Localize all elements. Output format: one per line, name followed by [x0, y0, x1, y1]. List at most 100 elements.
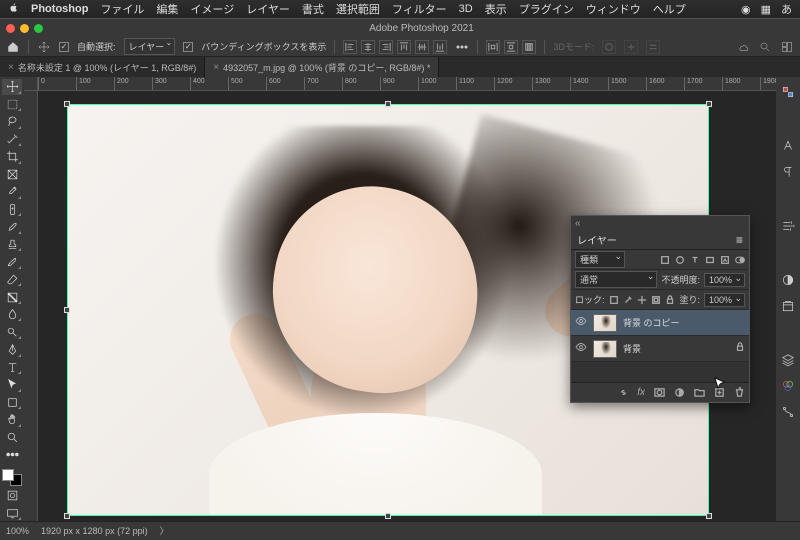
- paths-panel-icon[interactable]: [779, 403, 797, 421]
- frame-tool[interactable]: [2, 167, 22, 183]
- color-swatches[interactable]: [2, 469, 22, 486]
- close-window-button[interactable]: [6, 24, 15, 33]
- menu-image[interactable]: イメージ: [190, 1, 234, 17]
- horizontal-ruler[interactable]: 0100200300400500600700800900100011001200…: [38, 77, 776, 91]
- align-hcenter-icon[interactable]: [361, 40, 375, 54]
- visibility-toggle[interactable]: [575, 341, 587, 356]
- panel-header[interactable]: «: [571, 216, 749, 230]
- wand-tool[interactable]: [2, 132, 22, 148]
- visibility-toggle[interactable]: [575, 315, 587, 330]
- type-tool[interactable]: [2, 360, 22, 376]
- lock-position-icon[interactable]: [637, 295, 647, 305]
- dodge-tool[interactable]: [2, 324, 22, 340]
- move-tool[interactable]: [2, 79, 22, 95]
- edit-toolbar-icon[interactable]: [2, 447, 22, 463]
- layer-kind-filter[interactable]: 種類: [575, 251, 625, 268]
- auto-select-checkbox[interactable]: ✓: [59, 42, 69, 52]
- cloud-icon[interactable]: [736, 40, 750, 54]
- brush-tool[interactable]: [2, 219, 22, 235]
- align-vcenter-icon[interactable]: [415, 40, 429, 54]
- status-chevron-icon[interactable]: 〉: [160, 524, 169, 537]
- pen-tool[interactable]: [2, 342, 22, 358]
- lasso-tool[interactable]: [2, 114, 22, 130]
- path-select-tool[interactable]: [2, 377, 22, 393]
- adjustment-layer-icon[interactable]: [673, 387, 685, 399]
- libraries-panel-icon[interactable]: [779, 297, 797, 315]
- stamp-tool[interactable]: [2, 237, 22, 253]
- transform-handle[interactable]: [706, 513, 712, 519]
- search-icon[interactable]: [758, 40, 772, 54]
- align-left-icon[interactable]: [343, 40, 357, 54]
- menu-layer[interactable]: レイヤー: [246, 1, 290, 17]
- layer-row[interactable]: 背景: [571, 336, 749, 362]
- close-tab-icon[interactable]: ×: [213, 62, 219, 73]
- link-layers-icon[interactable]: [617, 387, 629, 399]
- transform-handle[interactable]: [385, 101, 391, 107]
- menu-help[interactable]: ヘルプ: [653, 1, 686, 17]
- layer-thumbnail[interactable]: [593, 340, 617, 358]
- channels-panel-icon[interactable]: [779, 377, 797, 395]
- dist-3-icon[interactable]: [522, 40, 536, 54]
- filter-toggle-icon[interactable]: [735, 255, 745, 265]
- lock-icon[interactable]: [735, 342, 745, 355]
- align-right-icon[interactable]: [379, 40, 393, 54]
- menu-filter[interactable]: フィルター: [392, 1, 447, 17]
- filter-smart-icon[interactable]: [720, 255, 730, 265]
- home-icon[interactable]: [6, 40, 20, 54]
- transform-handle[interactable]: [385, 513, 391, 519]
- layers-panel[interactable]: « レイヤー≡ 種類 通常 不透明度: 100% ロック:: [570, 215, 750, 403]
- shape-tool[interactable]: [2, 395, 22, 411]
- menu-window[interactable]: ウィンドウ: [586, 1, 641, 17]
- delete-layer-icon[interactable]: [733, 387, 745, 399]
- transform-handle[interactable]: [706, 101, 712, 107]
- fx-icon[interactable]: fx: [637, 387, 645, 398]
- color-panel-icon[interactable]: [779, 83, 797, 101]
- character-panel-icon[interactable]: [779, 137, 797, 155]
- transform-handle[interactable]: [64, 307, 70, 313]
- properties-panel-icon[interactable]: [779, 217, 797, 235]
- layer-thumbnail[interactable]: [593, 314, 617, 332]
- cc-icon[interactable]: ▦: [761, 3, 771, 16]
- bbox-checkbox[interactable]: ✓: [183, 42, 193, 52]
- menu-type[interactable]: 書式: [302, 1, 324, 17]
- rec-icon[interactable]: ◉: [741, 3, 751, 16]
- foreground-swatch[interactable]: [2, 469, 14, 481]
- eraser-tool[interactable]: [2, 272, 22, 288]
- layer-name[interactable]: 背景: [623, 342, 641, 355]
- layer-row[interactable]: 背景 のコピー: [571, 310, 749, 336]
- input-icon[interactable]: あ: [781, 1, 792, 17]
- filter-shape-icon[interactable]: [705, 255, 715, 265]
- menu-file[interactable]: ファイル: [100, 1, 144, 17]
- align-more-icon[interactable]: [455, 40, 469, 54]
- menu-edit[interactable]: 編集: [156, 1, 178, 17]
- workspace-icon[interactable]: [780, 40, 794, 54]
- blur-tool[interactable]: [2, 307, 22, 323]
- document-tab[interactable]: ×4932057_m.jpg @ 100% (背景 のコピー, RGB/8#) …: [205, 57, 439, 77]
- lock-all-icon[interactable]: [665, 295, 675, 305]
- menu-select[interactable]: 選択範囲: [336, 1, 380, 17]
- gradient-tool[interactable]: [2, 289, 22, 305]
- vertical-ruler[interactable]: [24, 91, 38, 521]
- transform-handle[interactable]: [64, 101, 70, 107]
- group-icon[interactable]: [693, 387, 705, 399]
- ruler-origin[interactable]: [24, 77, 38, 91]
- menu-plugins[interactable]: プラグイン: [519, 1, 574, 17]
- zoom-tool[interactable]: [2, 430, 22, 446]
- layers-panel-icon[interactable]: [779, 351, 797, 369]
- eyedropper-tool[interactable]: [2, 184, 22, 200]
- dist-v-icon[interactable]: [504, 40, 518, 54]
- lock-pixels-icon[interactable]: [609, 295, 619, 305]
- apple-icon[interactable]: [8, 2, 19, 16]
- dist-h-icon[interactable]: [486, 40, 500, 54]
- filter-pixel-icon[interactable]: [660, 255, 670, 265]
- panel-menu-icon[interactable]: ≡: [736, 233, 743, 247]
- collapse-icon[interactable]: «: [575, 218, 581, 229]
- marquee-tool[interactable]: [2, 97, 22, 113]
- healing-tool[interactable]: [2, 202, 22, 218]
- doc-dimensions[interactable]: 1920 px x 1280 px (72 ppi): [41, 526, 148, 536]
- close-tab-icon[interactable]: ×: [8, 62, 14, 73]
- filter-type-icon[interactable]: [690, 255, 700, 265]
- quickmask-icon[interactable]: [2, 488, 22, 504]
- window-titlebar[interactable]: Adobe Photoshop 2021: [0, 19, 800, 37]
- hand-tool[interactable]: [2, 412, 22, 428]
